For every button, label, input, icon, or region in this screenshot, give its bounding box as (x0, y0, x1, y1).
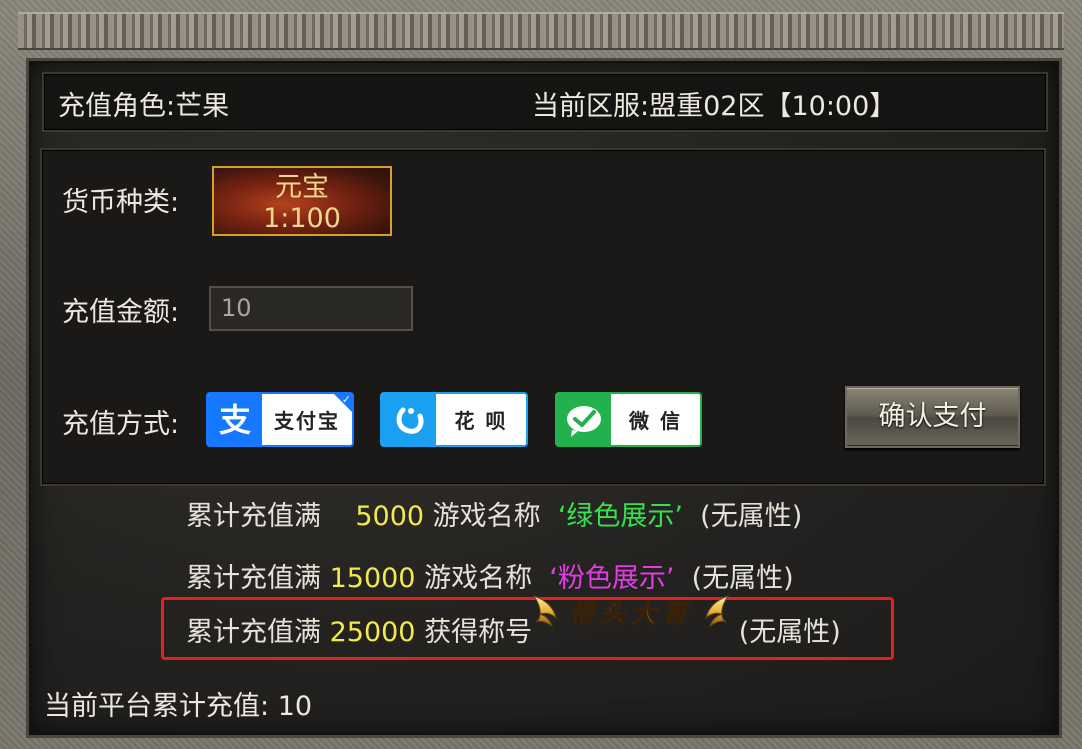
tier-row-3: 累计充值满 25000 获得称号 带头大哥 (无属性) (186, 594, 841, 656)
huabei-icon (382, 394, 436, 445)
tier-row-1: 累计充值满 5000 游戏名称 ‘绿色展示’ (无属性) (186, 494, 802, 533)
tier-amount: 25000 (329, 617, 416, 648)
wechat-icon (557, 394, 611, 445)
svg-text:支: 支 (219, 401, 251, 439)
role-label: 充值角色: (58, 91, 176, 122)
tier-middle: 游戏名称 (424, 563, 533, 594)
tier-middle: 游戏名称 (432, 501, 541, 532)
role-value: 芒果 (175, 91, 230, 122)
tier-middle: 获得称号 (424, 617, 533, 648)
huabei-button[interactable]: 花 呗 (380, 392, 528, 447)
title-badge-daitoudage: 带头大哥 (532, 594, 730, 656)
total-recharge-value: 10 (277, 691, 313, 722)
tier-prefix: 累计充值满 (186, 563, 321, 594)
payment-label: 充值方式: (62, 409, 180, 440)
tier-suffix: (无属性) (700, 501, 803, 532)
huabei-label: 花 呗 (454, 409, 508, 433)
alipay-icon: 支 (208, 394, 262, 445)
server-label: 当前区服: (532, 91, 650, 122)
tier-prefix: 累计充值满 (186, 617, 321, 648)
tier-prefix: 累计充值满 (186, 501, 321, 532)
wechat-button[interactable]: 微 信 (555, 392, 702, 447)
currency-name: 元宝 (275, 172, 329, 203)
total-recharge-label: 当前平台累计充值: (44, 691, 270, 722)
tier-amount: 15000 (329, 563, 416, 594)
amount-label: 充值金额: (62, 297, 180, 328)
title-badge-text: 带头大哥 (569, 599, 693, 628)
tier-amount: 5000 (355, 501, 425, 532)
server-value: 盟重02区【10:00】 (649, 91, 897, 122)
currency-label: 货币种类: (62, 187, 180, 218)
current-server: 当前区服:盟重02区【10:00】 (532, 84, 896, 123)
frame-ornament (18, 12, 1064, 50)
currency-yuanbao-button[interactable]: 元宝 1:100 (212, 166, 392, 236)
currency-ratio: 1:100 (263, 203, 341, 234)
tier-suffix: (无属性) (738, 617, 841, 648)
selected-check-icon: ✓ (334, 394, 352, 412)
recharge-role: 充值角色:芒果 (58, 84, 229, 123)
alipay-button[interactable]: 支 支付宝 ✓ (206, 392, 354, 447)
confirm-payment-button[interactable]: 确认支付 (845, 386, 1020, 448)
tier-reward: ‘绿色展示’ (557, 501, 683, 532)
wechat-label: 微 信 (629, 409, 682, 433)
amount-input[interactable]: 10 (209, 286, 413, 331)
total-recharge: 当前平台累计充值: 10 (44, 684, 312, 723)
